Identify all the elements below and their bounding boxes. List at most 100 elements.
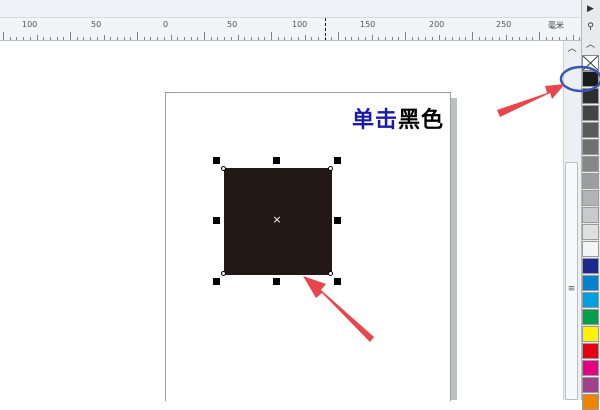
ruler-tick xyxy=(250,37,252,40)
selection-handle[interactable] xyxy=(334,217,341,224)
ruler-tick xyxy=(505,35,507,40)
color-swatch[interactable] xyxy=(582,71,599,87)
ruler-label: 50 xyxy=(227,20,238,29)
ruler-tick xyxy=(257,37,259,40)
ruler-tick xyxy=(157,37,159,40)
ruler-tick xyxy=(552,37,554,40)
ruler-tick xyxy=(445,37,447,40)
ruler-tick xyxy=(177,37,179,40)
ruler-tick xyxy=(398,37,400,40)
color-swatch[interactable] xyxy=(582,190,599,206)
node-point xyxy=(221,166,226,171)
ruler-tick xyxy=(525,37,527,40)
ruler-tick xyxy=(143,37,145,40)
ruler-tick xyxy=(311,37,313,40)
ruler-tick xyxy=(43,37,45,40)
node-point xyxy=(328,271,333,276)
ruler-tick xyxy=(539,32,540,40)
ruler-tick xyxy=(150,37,152,40)
ruler-tick xyxy=(364,37,366,40)
ruler-tick xyxy=(559,37,561,40)
ruler-tick xyxy=(438,35,440,40)
ruler-tick xyxy=(338,32,339,40)
ruler-tick xyxy=(130,37,132,40)
ruler-tick xyxy=(277,37,279,40)
color-swatch[interactable] xyxy=(582,326,599,342)
color-swatch[interactable] xyxy=(582,292,599,308)
ruler-tick xyxy=(90,37,92,40)
ruler-label: 0 xyxy=(163,20,169,29)
ruler-unit-label: 毫米 xyxy=(548,21,564,30)
eyedropper-icon[interactable]: ⚲ xyxy=(583,20,598,34)
selection-handle[interactable] xyxy=(213,278,220,285)
color-swatch[interactable] xyxy=(582,377,599,393)
ruler-tick xyxy=(451,37,453,40)
ruler-tick xyxy=(378,37,380,40)
color-swatch[interactable] xyxy=(582,241,599,257)
center-marker: × xyxy=(272,213,282,226)
ruler-tick xyxy=(29,37,31,40)
ruler-tick xyxy=(411,37,413,40)
ruler-tick xyxy=(478,37,480,40)
color-swatch[interactable] xyxy=(582,156,599,172)
ruler-tick xyxy=(244,37,246,40)
caption-black-color: 黑色 xyxy=(398,107,445,133)
color-swatch[interactable] xyxy=(582,343,599,359)
color-swatch[interactable] xyxy=(582,258,599,274)
ruler-tick xyxy=(498,37,500,40)
ruler-label: 250 xyxy=(496,20,512,29)
none-swatch-icon[interactable] xyxy=(582,55,599,71)
ruler-tick xyxy=(210,37,212,40)
ruler-tick xyxy=(358,37,360,40)
color-swatch[interactable] xyxy=(582,173,599,189)
selection-handle[interactable] xyxy=(334,157,341,164)
ruler-tick xyxy=(3,32,4,40)
ruler-tick xyxy=(224,37,226,40)
ruler-tick xyxy=(291,37,293,40)
ruler-tick xyxy=(230,37,232,40)
ruler-tick xyxy=(344,37,346,40)
ruler-tick xyxy=(36,35,38,40)
color-swatch[interactable] xyxy=(582,122,599,138)
selection-handle[interactable] xyxy=(273,157,280,164)
ruler-tick xyxy=(103,35,105,40)
scrollbar-thumb[interactable] xyxy=(565,162,578,400)
selection-handle[interactable] xyxy=(213,157,220,164)
ruler-tick xyxy=(518,37,520,40)
selection-handle[interactable] xyxy=(273,278,280,285)
ruler-tick xyxy=(304,35,306,40)
selection-handle[interactable] xyxy=(213,217,220,224)
ruler-tick xyxy=(83,37,85,40)
color-swatch[interactable] xyxy=(582,275,599,291)
color-swatch[interactable] xyxy=(582,88,599,104)
ruler-tick xyxy=(217,37,219,40)
ruler-tick xyxy=(190,37,192,40)
selection-handle[interactable] xyxy=(334,278,341,285)
ruler-tick xyxy=(405,32,406,40)
ruler-tick xyxy=(565,37,567,40)
color-swatch[interactable] xyxy=(582,139,599,155)
ruler-tick xyxy=(170,35,172,40)
color-swatch[interactable] xyxy=(582,309,599,325)
ruler-tick xyxy=(331,37,333,40)
color-swatch[interactable] xyxy=(582,105,599,121)
ruler-label: 100 xyxy=(22,20,38,29)
scroll-up-arrow-icon[interactable]: ︿ xyxy=(565,42,579,56)
ruler-tick xyxy=(472,32,473,40)
ruler-tick xyxy=(418,37,420,40)
color-swatch[interactable] xyxy=(582,360,599,376)
palette-menu-arrow-icon[interactable]: ▶ xyxy=(583,2,598,16)
ruler-tick xyxy=(264,37,266,40)
ruler-tick xyxy=(49,37,51,40)
horizontal-ruler[interactable]: 100 50 0 50 100 150 200 250 xyxy=(0,18,581,41)
palette-scroll-up-icon[interactable]: ︿ xyxy=(583,38,598,52)
color-swatch[interactable] xyxy=(582,224,599,240)
color-swatch[interactable] xyxy=(582,394,599,410)
ruler-tick xyxy=(512,37,514,40)
color-swatch[interactable] xyxy=(582,207,599,223)
ruler-tick xyxy=(137,32,138,40)
ruler-tick xyxy=(391,37,393,40)
ruler-tick xyxy=(63,37,65,40)
node-point xyxy=(328,166,333,171)
ruler-tick xyxy=(545,37,547,40)
